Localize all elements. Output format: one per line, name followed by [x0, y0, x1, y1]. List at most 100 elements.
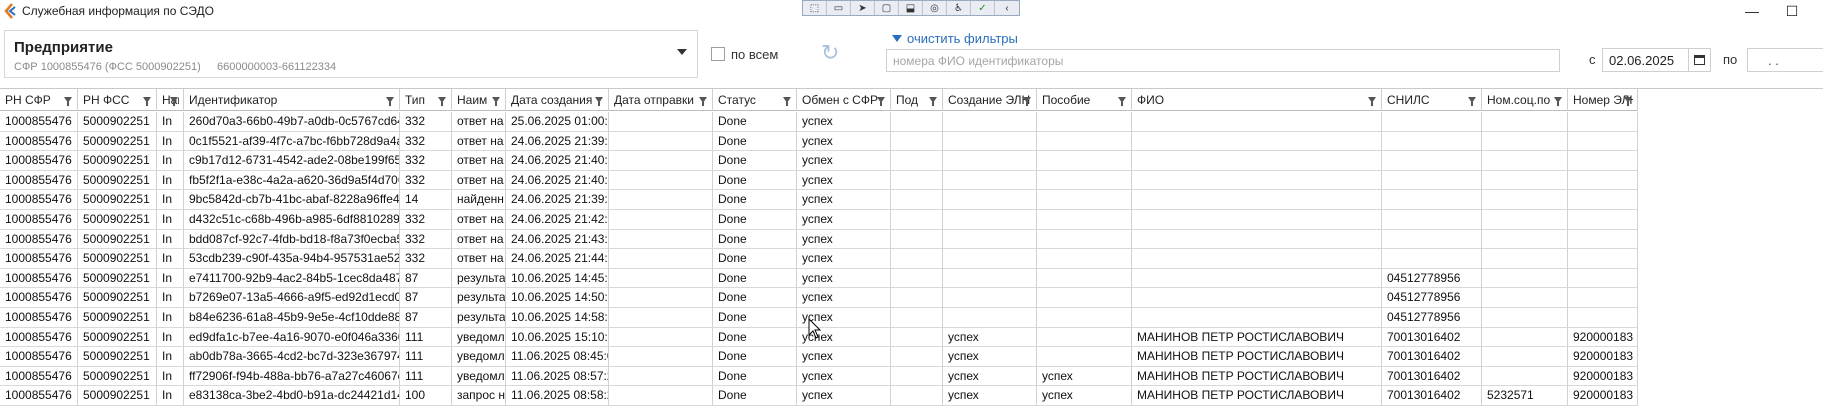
- table-row[interactable]: 1000855476 5000902251 In 0c1f5521-af39-4f7c…: [0, 131, 1638, 152]
- cell-fio[interactable]: МАНИНОВ ПЕТР РОСТИСЛАВОВИЧ: [1132, 327, 1382, 347]
- column-filter-icon[interactable]: [170, 97, 178, 106]
- cell-soc[interactable]: 5232571: [1482, 386, 1568, 405]
- cell-rn_sfr[interactable]: 1000855476: [0, 170, 78, 190]
- cell-type[interactable]: 87: [400, 268, 452, 288]
- cell-eln[interactable]: [943, 209, 1037, 229]
- search-input-box[interactable]: [886, 49, 1560, 72]
- cell-type[interactable]: 87: [400, 307, 452, 327]
- confirm-icon[interactable]: ✓: [971, 1, 995, 15]
- cell-sent[interactable]: [609, 151, 713, 170]
- cell-id[interactable]: c9b17d12-6731-4542-ade2-08be199f65cb: [184, 151, 400, 170]
- cell-benefit[interactable]: [1037, 288, 1132, 307]
- cell-soc[interactable]: [1482, 170, 1568, 190]
- cell-rn_fss[interactable]: 5000902251: [78, 268, 157, 288]
- cell-name[interactable]: результат: [452, 268, 506, 288]
- cell-id[interactable]: 0c1f5521-af39-4f7c-a7bc-f6bb728d9a4a: [184, 131, 400, 151]
- cell-soc[interactable]: [1482, 112, 1568, 131]
- cell-num[interactable]: [1568, 249, 1638, 268]
- cell-benefit[interactable]: [1037, 151, 1132, 170]
- cell-name[interactable]: ответ на з: [452, 249, 506, 268]
- cell-sign[interactable]: [891, 209, 943, 229]
- cell-rn_sfr[interactable]: 1000855476: [0, 288, 78, 307]
- cell-type[interactable]: 111: [400, 347, 452, 366]
- cell-id[interactable]: 9bc5842d-cb7b-41bc-abaf-8228a96ffe4d: [184, 190, 400, 209]
- cell-eln[interactable]: [943, 268, 1037, 288]
- cell-id[interactable]: 260d70a3-66b0-49b7-a0db-0c5767cd6404: [184, 112, 400, 131]
- cell-dir[interactable]: In: [157, 366, 184, 386]
- cell-exchange[interactable]: успех: [797, 288, 891, 307]
- cell-id[interactable]: b84e6236-61a8-45b9-9e5e-4cf10dde8838: [184, 307, 400, 327]
- cell-sent[interactable]: [609, 288, 713, 307]
- all-checkbox[interactable]: [711, 47, 725, 61]
- table-row[interactable]: 1000855476 5000902251 In fb5f2f1a-e38c-4a2a…: [0, 170, 1638, 191]
- cell-eln[interactable]: успех: [943, 327, 1037, 347]
- cell-exchange[interactable]: успех: [797, 151, 891, 170]
- cell-exchange[interactable]: успех: [797, 268, 891, 288]
- crop-icon[interactable]: ▢: [875, 1, 899, 15]
- table-row[interactable]: 1000855476 5000902251 In e83138ca-3be2-4bd0…: [0, 386, 1638, 406]
- cell-rn_fss[interactable]: 5000902251: [78, 170, 157, 190]
- cell-benefit[interactable]: [1037, 268, 1132, 288]
- cell-exchange[interactable]: успех: [797, 229, 891, 249]
- column-filter-icon[interactable]: [143, 97, 151, 106]
- column-header-num[interactable]: Номер ЭЛН: [1568, 89, 1638, 111]
- cell-exchange[interactable]: успех: [797, 366, 891, 386]
- cell-rn_fss[interactable]: 5000902251: [78, 131, 157, 151]
- cell-benefit[interactable]: [1037, 209, 1132, 229]
- cell-num[interactable]: [1568, 151, 1638, 170]
- cell-num[interactable]: [1568, 229, 1638, 249]
- cell-created[interactable]: 24.06.2025 21:43:59: [506, 229, 609, 249]
- cell-name[interactable]: уведомле: [452, 347, 506, 366]
- date-to-value[interactable]: . .: [1768, 53, 1779, 68]
- cell-id[interactable]: ff72906f-f94b-488a-bb76-a7a27c46067c: [184, 366, 400, 386]
- cell-rn_fss[interactable]: 5000902251: [78, 229, 157, 249]
- cell-snils[interactable]: [1382, 209, 1482, 229]
- cell-name[interactable]: ответ на з: [452, 112, 506, 131]
- cell-sent[interactable]: [609, 366, 713, 386]
- cell-fio[interactable]: [1132, 131, 1382, 151]
- column-header-snils[interactable]: СНИЛС: [1382, 89, 1482, 111]
- cell-fio[interactable]: МАНИНОВ ПЕТР РОСТИСЛАВОВИЧ: [1132, 386, 1382, 405]
- cell-id[interactable]: ab0db78a-3665-4cd2-bc7d-323e36797482: [184, 347, 400, 366]
- cell-name[interactable]: ответ на з: [452, 131, 506, 151]
- cell-sent[interactable]: [609, 131, 713, 151]
- table-row[interactable]: 1000855476 5000902251 In 260d70a3-66b0-49b7…: [0, 112, 1638, 132]
- column-header-fio[interactable]: ФИО: [1132, 89, 1382, 111]
- cell-created[interactable]: 24.06.2025 21:42:28: [506, 209, 609, 229]
- table-row[interactable]: 1000855476 5000902251 In ff72906f-f94b-488a…: [0, 366, 1638, 387]
- cell-rn_sfr[interactable]: 1000855476: [0, 249, 78, 268]
- cell-num[interactable]: [1568, 307, 1638, 327]
- cell-type[interactable]: 332: [400, 229, 452, 249]
- cell-name[interactable]: найденн: [452, 190, 506, 209]
- cell-sign[interactable]: [891, 327, 943, 347]
- cell-status[interactable]: Done: [713, 112, 797, 131]
- cell-rn_sfr[interactable]: 1000855476: [0, 131, 78, 151]
- cell-rn_sfr[interactable]: 1000855476: [0, 307, 78, 327]
- cell-fio[interactable]: [1132, 288, 1382, 307]
- cell-num[interactable]: [1568, 131, 1638, 151]
- cell-id[interactable]: bdd087cf-92c7-4fdb-bd18-f8a73f0ecba5: [184, 229, 400, 249]
- cell-rn_sfr[interactable]: 1000855476: [0, 112, 78, 131]
- column-filter-icon[interactable]: [386, 97, 394, 106]
- cell-status[interactable]: Done: [713, 288, 797, 307]
- cell-dir[interactable]: In: [157, 131, 184, 151]
- cell-type[interactable]: 332: [400, 131, 452, 151]
- cell-rn_sfr[interactable]: 1000855476: [0, 386, 78, 405]
- cell-dir[interactable]: In: [157, 327, 184, 347]
- cell-sign[interactable]: [891, 131, 943, 151]
- column-header-id[interactable]: Идентификатор: [184, 89, 400, 111]
- cell-status[interactable]: Done: [713, 209, 797, 229]
- cell-created[interactable]: 24.06.2025 21:39:25: [506, 190, 609, 209]
- cell-dir[interactable]: In: [157, 249, 184, 268]
- cell-exchange[interactable]: успех: [797, 190, 891, 209]
- cell-num[interactable]: [1568, 268, 1638, 288]
- cell-dir[interactable]: In: [157, 170, 184, 190]
- cell-benefit[interactable]: [1037, 131, 1132, 151]
- cell-rn_fss[interactable]: 5000902251: [78, 249, 157, 268]
- cell-id[interactable]: e7411700-92b9-4ac2-84b5-1cec8da487ba: [184, 268, 400, 288]
- cell-created[interactable]: 11.06.2025 08:58:28: [506, 386, 609, 405]
- cell-soc[interactable]: [1482, 229, 1568, 249]
- cell-status[interactable]: Done: [713, 229, 797, 249]
- organization-dropdown[interactable]: Предприятие СФР 1000855476 (ФСС 50009022…: [4, 30, 698, 78]
- cell-name[interactable]: запрос не: [452, 386, 506, 405]
